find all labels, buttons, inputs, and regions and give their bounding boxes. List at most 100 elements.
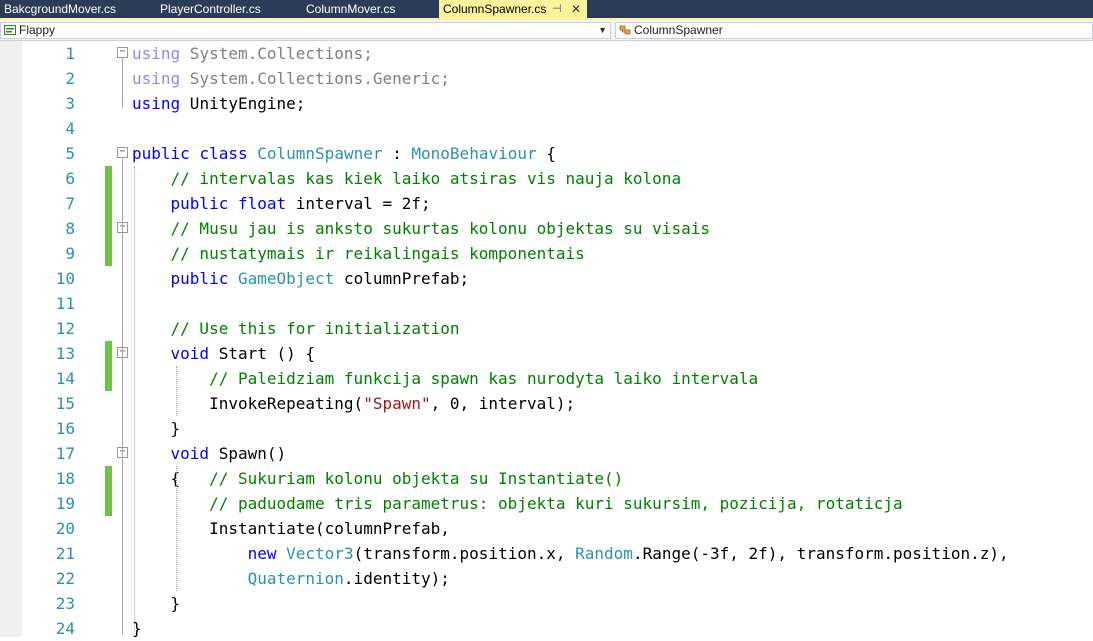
code-token: ColumnSpawner xyxy=(257,144,383,163)
code-text: // nustatymais ir reikalingais komponent… xyxy=(132,241,585,266)
code-text: // Use this for initialization xyxy=(132,316,460,341)
change-marker xyxy=(105,366,112,391)
code-token: : xyxy=(382,144,412,163)
code-text: } xyxy=(132,416,181,441)
code-token: GameObject xyxy=(237,269,335,288)
code-line[interactable]: 18 { // Sukuriam kolonu objekta su Insta… xyxy=(0,466,1093,491)
code-text: } xyxy=(132,591,181,616)
project-dropdown[interactable]: Flappy ▼ xyxy=(0,22,611,39)
code-text: // Paleidziam funkcija spawn kas nurodyt… xyxy=(132,366,758,391)
tab-label: ColumnMover.cs xyxy=(306,2,396,16)
code-line[interactable]: 7 public float interval = 2f; xyxy=(0,191,1093,216)
code-token: MonoBehaviour xyxy=(411,144,537,163)
tab-label: ColumnSpawner.cs xyxy=(443,2,547,16)
code-line[interactable]: 23 } xyxy=(0,591,1093,616)
code-line[interactable]: 15 InvokeRepeating("Spawn", 0, interval)… xyxy=(0,391,1093,416)
line-number: 11 xyxy=(55,294,75,313)
code-line[interactable]: 9 // nustatymais ir reikalingais kompone… xyxy=(0,241,1093,266)
code-line[interactable]: 12 // Use this for initialization xyxy=(0,316,1093,341)
code-line[interactable]: 13− void Start () { xyxy=(0,341,1093,366)
code-text: // Musu jau is anksto sukurtas kolonu ob… xyxy=(132,216,710,241)
code-text: using System.Collections; xyxy=(132,41,373,66)
tab-column-spawner[interactable]: ColumnSpawner.cs ⊣ ✕ xyxy=(439,0,587,19)
indent-guide xyxy=(176,466,177,591)
type-dropdown[interactable]: ColumnSpawner xyxy=(615,22,1093,39)
code-text: using UnityEngine; xyxy=(132,91,305,116)
code-line[interactable]: 21 new Vector3(transform.position.x, Ran… xyxy=(0,541,1093,566)
code-token: // Sukuriam kolonu objekta su Instantiat… xyxy=(209,469,624,488)
change-marker xyxy=(105,166,112,191)
code-line[interactable]: 11 xyxy=(0,291,1093,316)
code-token: // intervalas kas kiek laiko atsiras vis… xyxy=(170,169,682,188)
code-token: , 0, interval); xyxy=(430,394,576,413)
code-line[interactable]: 24} xyxy=(0,616,1093,641)
tab-player-controller[interactable]: PlayerController.cs xyxy=(156,0,296,18)
line-number: 14 xyxy=(55,369,75,388)
outline-bar xyxy=(122,58,123,108)
code-line[interactable]: 5 − public class ColumnSpawner : MonoBehav… xyxy=(0,141,1093,166)
line-number: 2 xyxy=(65,69,75,88)
code-token: Quaternion xyxy=(247,569,344,588)
code-line[interactable]: 14 // Paleidziam funkcija spawn kas nuro… xyxy=(0,366,1093,391)
code-line[interactable]: 8− // Musu jau is anksto sukurtas kolonu… xyxy=(0,216,1093,241)
code-line[interactable]: 1 − using System.Collections; xyxy=(0,41,1093,66)
code-token: Instantiate(columnPrefab, xyxy=(132,519,450,538)
code-token: // paduodame tris parametrus: objekta ku… xyxy=(209,494,903,513)
chevron-down-icon: ▼ xyxy=(598,25,607,35)
code-line[interactable]: 17− void Spawn() xyxy=(0,441,1093,466)
line-number: 10 xyxy=(55,269,75,288)
line-number: 13 xyxy=(55,344,75,363)
code-token: columnPrefab; xyxy=(334,269,470,288)
code-text: public class ColumnSpawner : MonoBehavio… xyxy=(132,141,556,166)
code-token: } xyxy=(132,419,181,438)
code-token: { xyxy=(132,469,210,488)
code-text: InvokeRepeating("Spawn", 0, interval); xyxy=(132,391,575,416)
code-token: interval = 2f; xyxy=(286,194,431,213)
code-line[interactable]: 3 using UnityEngine; xyxy=(0,91,1093,116)
pin-icon[interactable]: ⊣ xyxy=(552,0,562,18)
code-line[interactable]: 22 Quaternion.identity); xyxy=(0,566,1093,591)
change-marker xyxy=(105,491,112,516)
collapse-icon[interactable]: − xyxy=(117,47,128,58)
change-marker xyxy=(105,341,112,366)
line-number: 20 xyxy=(55,519,75,538)
line-number: 21 xyxy=(55,544,75,563)
change-marker xyxy=(105,191,112,216)
code-token: System.Collections; xyxy=(180,44,373,63)
tab-column-mover[interactable]: ColumnMover.cs xyxy=(302,0,436,18)
code-line[interactable]: 6 // intervalas kas kiek laiko atsiras v… xyxy=(0,166,1093,191)
code-line[interactable]: 20 Instantiate(columnPrefab, xyxy=(0,516,1093,541)
code-text: // intervalas kas kiek laiko atsiras vis… xyxy=(132,166,682,191)
code-text: public float interval = 2f; xyxy=(132,191,431,216)
close-icon[interactable]: ✕ xyxy=(571,0,581,18)
line-number: 18 xyxy=(55,469,75,488)
code-token: "Spawn" xyxy=(363,394,431,413)
code-line[interactable]: 16 } xyxy=(0,416,1093,441)
code-token: float xyxy=(237,194,287,213)
code-token: Start () { xyxy=(209,344,316,363)
code-token: System.Collections.Generic; xyxy=(180,69,450,88)
code-token: using xyxy=(132,94,181,113)
code-line[interactable]: 19 // paduodame tris parametrus: objekta… xyxy=(0,491,1093,516)
line-number: 19 xyxy=(55,494,75,513)
line-number: 9 xyxy=(65,244,75,263)
code-editor[interactable]: 1− using System.Collections; 2 using System… xyxy=(0,41,1093,638)
code-token: } xyxy=(132,594,181,613)
code-token: Vector3 xyxy=(286,544,354,563)
code-line[interactable]: 2 using System.Collections.Generic; xyxy=(0,66,1093,91)
code-line[interactable]: 10 public GameObject columnPrefab; xyxy=(0,266,1093,291)
code-text: using System.Collections.Generic; xyxy=(132,66,450,91)
code-token: UnityEngine; xyxy=(180,94,306,113)
line-number: 22 xyxy=(55,569,75,588)
collapse-icon[interactable]: − xyxy=(117,147,128,158)
tab-bakcground-mover[interactable]: BakcgroundMover.cs xyxy=(0,0,150,18)
code-text: void Start () { xyxy=(132,341,316,366)
code-line[interactable]: 4 xyxy=(0,116,1093,141)
code-token: new xyxy=(247,544,277,563)
